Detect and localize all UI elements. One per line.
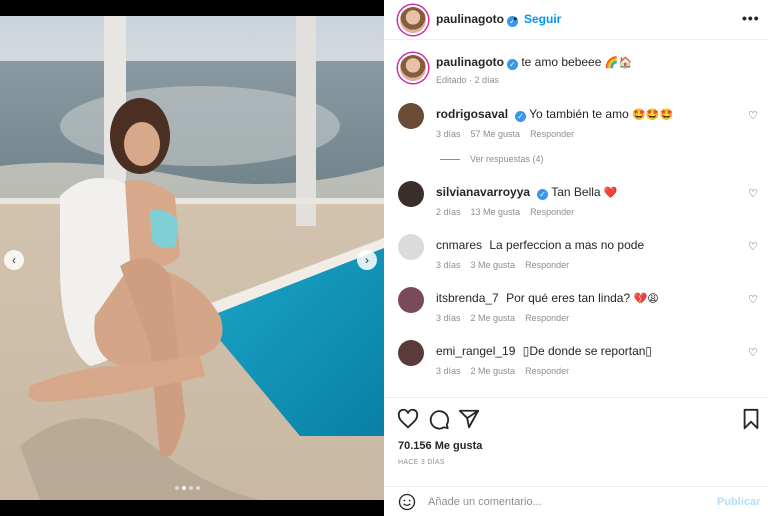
comment-time: 3 días xyxy=(436,260,461,270)
view-replies[interactable]: Ver respuestas (4) xyxy=(440,154,544,164)
commenter-avatar[interactable] xyxy=(398,287,424,313)
comment-like-heart-icon[interactable]: ♡ xyxy=(748,187,758,200)
header-separator: • xyxy=(513,12,518,26)
heart-outline-icon[interactable] xyxy=(397,408,419,430)
post-photo xyxy=(0,16,384,500)
comment-bubble-icon[interactable] xyxy=(428,408,450,430)
media-dot xyxy=(175,486,179,490)
comment-emoji: 💔😩 xyxy=(633,293,659,305)
media-dot xyxy=(196,486,200,490)
caption-emoji: 🌈🏠 xyxy=(604,57,633,69)
commenter-avatar[interactable] xyxy=(398,234,424,260)
reply-button[interactable]: Responder xyxy=(530,129,574,139)
comment-body: Yo también te amo xyxy=(529,107,629,121)
author-username[interactable]: paulinagoto xyxy=(436,12,504,26)
add-comment-input[interactable] xyxy=(428,494,698,510)
media-dot-active xyxy=(182,486,186,490)
comment-body: Tan Bella xyxy=(551,185,601,199)
comment-like-heart-icon[interactable]: ♡ xyxy=(748,346,758,359)
caption-meta: Editado · 2 días xyxy=(436,75,500,85)
reply-button[interactable]: Responder xyxy=(530,207,574,217)
next-media-button[interactable]: › xyxy=(357,250,377,270)
comment-text: rodrigosaval ✓ Yo también te amo 🤩🤩🤩 xyxy=(436,107,736,122)
commenter-avatar[interactable] xyxy=(398,340,424,366)
paper-plane-icon[interactable] xyxy=(458,408,480,430)
commenter-username[interactable]: itsbrenda_7 xyxy=(436,291,499,305)
publish-button[interactable]: Publicar xyxy=(717,496,760,508)
comment-item: silvianavarroyya ✓ Tan Bella ❤️ 2 días 13… xyxy=(384,181,768,231)
reply-button[interactable]: Responder xyxy=(525,366,569,376)
caption-text: paulinagoto ✓ te amo bebeee 🌈🏠 xyxy=(436,55,756,70)
comment-text: cnmares La perfeccion a mas no pode xyxy=(436,238,736,252)
comment-meta: 2 días 13 Me gusta Responder xyxy=(436,207,574,217)
comment-meta: 3 días 2 Me gusta Responder xyxy=(436,366,569,376)
comment-emoji: ❤️ xyxy=(603,187,618,199)
post-header: paulinagoto ✓ • Seguir ••• xyxy=(384,0,768,40)
comment-item: itsbrenda_7 Por qué eres tan linda? 💔😩 3… xyxy=(384,287,768,337)
author-avatar[interactable] xyxy=(398,5,428,35)
verified-badge-icon: ✓ xyxy=(537,189,549,200)
comment-likes[interactable]: 13 Me gusta xyxy=(471,207,521,217)
comment-likes[interactable]: 3 Me gusta xyxy=(471,260,516,270)
comment-meta: 3 días 2 Me gusta Responder xyxy=(436,313,569,323)
caption-username[interactable]: paulinagoto xyxy=(436,55,504,69)
comment-meta: 3 días 57 Me gusta Responder xyxy=(436,129,574,139)
bookmark-icon[interactable] xyxy=(740,408,762,430)
comment-time: 3 días xyxy=(436,313,461,323)
add-comment-bar: Publicar xyxy=(384,486,768,516)
comment-like-heart-icon[interactable]: ♡ xyxy=(748,109,758,122)
comment-body: La perfeccion a mas no pode xyxy=(489,238,645,252)
commenter-username[interactable]: cnmares xyxy=(436,238,482,252)
comment-emoji: 🤩🤩🤩 xyxy=(632,109,674,121)
comment-text: itsbrenda_7 Por qué eres tan linda? 💔😩 xyxy=(436,291,736,305)
comment-item: rodrigosaval ✓ Yo también te amo 🤩🤩🤩 3 dí… xyxy=(384,103,768,153)
likes-count[interactable]: 70.156 Me gusta xyxy=(398,440,482,452)
commenter-username[interactable]: rodrigosaval xyxy=(436,107,508,121)
reply-button[interactable]: Responder xyxy=(525,313,569,323)
verified-badge-icon: ✓ xyxy=(515,111,527,122)
previous-media-button[interactable]: ‹ xyxy=(4,250,24,270)
comment-body: Por qué eres tan linda? xyxy=(506,291,631,305)
caption-author-avatar[interactable] xyxy=(398,53,428,83)
comments-scroll-area[interactable]: paulinagoto ✓ te amo bebeee 🌈🏠 Editado · … xyxy=(384,41,768,396)
follow-button[interactable]: Seguir xyxy=(524,12,561,26)
caption-body: te amo bebeee xyxy=(521,55,602,69)
comment-likes[interactable]: 57 Me gusta xyxy=(471,129,521,139)
commenter-avatar[interactable] xyxy=(398,103,424,129)
media-dot xyxy=(189,486,193,490)
comment-likes[interactable]: 2 Me gusta xyxy=(471,366,516,376)
smile-face-icon[interactable] xyxy=(398,493,416,511)
replies-line xyxy=(440,158,460,160)
verified-badge-icon: ✓ xyxy=(507,59,518,70)
comment-meta: 3 días 3 Me gusta Responder xyxy=(436,260,569,270)
commenter-username[interactable]: emi_rangel_19 xyxy=(436,344,515,358)
post-media: ‹ › xyxy=(0,0,384,516)
author-username-wrap[interactable]: paulinagoto ✓ xyxy=(436,12,518,27)
commenter-username[interactable]: silvianavarroyya xyxy=(436,185,530,199)
posted-time: HACE 3 DÍAS xyxy=(398,459,445,466)
comment-item: cnmares La perfeccion a mas no pode 3 dí… xyxy=(384,234,768,284)
commenter-avatar[interactable] xyxy=(398,181,424,207)
comment-likes[interactable]: 2 Me gusta xyxy=(471,313,516,323)
more-options-icon[interactable]: ••• xyxy=(742,10,760,26)
reply-button[interactable]: Responder xyxy=(525,260,569,270)
comment-time: 3 días xyxy=(436,366,461,376)
comment-text: emi_rangel_19 ▯De donde se reportan▯ xyxy=(436,344,736,358)
post-side-panel: paulinagoto ✓ • Seguir ••• paulinagoto ✓ t… xyxy=(384,0,768,516)
comment-text: silvianavarroyya ✓ Tan Bella ❤️ xyxy=(436,185,736,200)
comment-like-heart-icon[interactable]: ♡ xyxy=(748,293,758,306)
view-replies-label[interactable]: Ver respuestas (4) xyxy=(470,154,544,164)
comment-time: 2 días xyxy=(436,207,461,217)
media-pagination-dots xyxy=(175,486,200,490)
post-actions-bar xyxy=(384,397,768,439)
comment-time: 3 días xyxy=(436,129,461,139)
comment-body: ▯De donde se reportan▯ xyxy=(522,344,653,358)
comment-like-heart-icon[interactable]: ♡ xyxy=(748,240,758,253)
comment-item: emi_rangel_19 ▯De donde se reportan▯ 3 d… xyxy=(384,340,768,390)
